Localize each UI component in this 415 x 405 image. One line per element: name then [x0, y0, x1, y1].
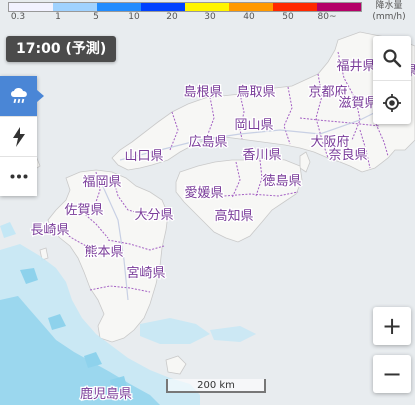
precipitation-legend-labels: 0.3 1 5 10 20 30 40 50 80~	[0, 12, 370, 26]
precipitation-legend-bar	[8, 2, 362, 12]
zoom-controls: + −	[373, 307, 411, 393]
zoom-in-button[interactable]: +	[373, 307, 411, 345]
prefecture-label: 宮崎県	[126, 265, 165, 281]
prefecture-label: 広島県	[188, 135, 227, 150]
prefecture-label: 高知県	[214, 208, 253, 224]
layer-panel	[0, 76, 44, 196]
map-tools	[373, 36, 411, 124]
legend-tick-label: 20	[166, 12, 178, 22]
prefecture-label: 山口県	[124, 149, 163, 164]
legend-unit-title: 降水量	[375, 1, 403, 11]
locate-icon	[383, 94, 401, 112]
prefecture-label: 佐賀県	[64, 203, 103, 218]
prefecture-label: 島根県	[183, 85, 222, 100]
prefecture-label: 奈良県	[328, 147, 367, 163]
current-location-button[interactable]	[373, 80, 411, 125]
legend-swatch	[53, 3, 97, 11]
legend-swatch	[97, 3, 141, 11]
prefecture-label: 大分県	[134, 208, 173, 223]
prefecture-label: 香川県	[242, 148, 281, 163]
prefecture-label: 愛媛県	[184, 186, 223, 201]
search-icon	[383, 49, 402, 68]
lightning-layer-button[interactable]	[0, 116, 37, 156]
legend-swatch	[317, 3, 361, 11]
more-dots-icon	[10, 174, 27, 179]
legend-swatch	[185, 3, 229, 11]
prefecture-label: 福井県	[336, 59, 375, 74]
legend-unit: 降水量 (mm/h)	[366, 1, 412, 23]
prefecture-label: 長崎県	[30, 223, 69, 238]
prefecture-label: 鳥取県	[236, 85, 275, 100]
prefecture-label: 鹿児島県	[80, 386, 132, 402]
legend-tick-label: 80~	[317, 12, 337, 22]
lightning-icon	[12, 126, 25, 147]
legend-tick-label: 30	[204, 12, 216, 22]
legend-tick-label: 50	[282, 12, 294, 22]
prefecture-label: 福岡県	[82, 175, 121, 190]
legend-tick-label: 1	[55, 12, 61, 22]
prefecture-label: 熊本県	[84, 244, 123, 260]
prefecture-label: 滋賀県	[338, 96, 377, 111]
more-options-button[interactable]	[0, 156, 37, 196]
zoom-out-button[interactable]: −	[373, 355, 411, 393]
legend-swatch	[273, 3, 317, 11]
prefecture-label: 徳島県	[262, 174, 301, 189]
search-button[interactable]	[373, 36, 411, 80]
forecast-time-label[interactable]: 17:00 (予測)	[6, 36, 117, 62]
legend-swatch	[229, 3, 273, 11]
legend-swatch	[141, 3, 185, 11]
legend-tick-label: 10	[128, 12, 140, 22]
legend-tick-label: 0.3	[10, 12, 26, 22]
legend-tick-label: 5	[93, 12, 99, 22]
prefecture-label: 岡山県	[234, 118, 273, 133]
scale-bar: 200 km	[166, 379, 266, 393]
legend-tick-label: 40	[243, 12, 255, 22]
legend-unit-value: (mm/h)	[372, 12, 406, 22]
rain-layer-button[interactable]	[0, 76, 44, 116]
rain-cloud-icon	[10, 88, 27, 104]
legend-swatch	[9, 3, 53, 11]
